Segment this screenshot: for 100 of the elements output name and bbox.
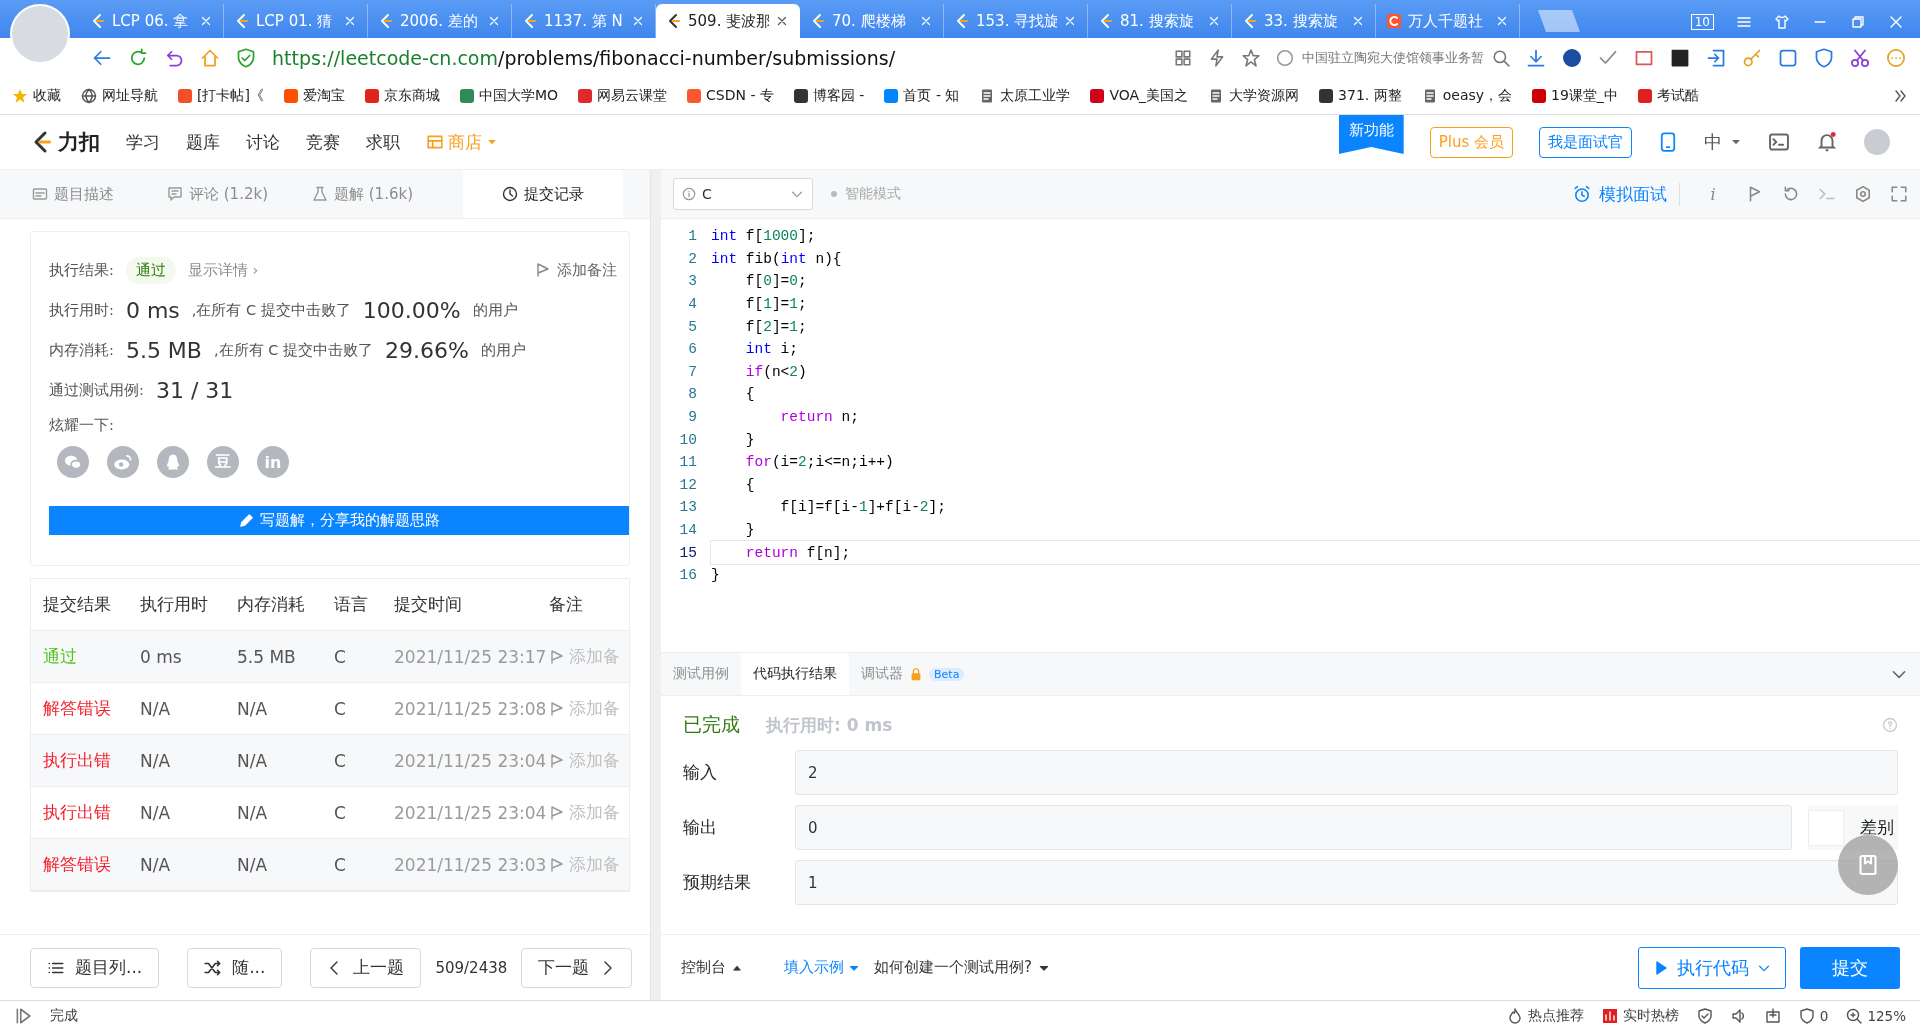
close-icon[interactable] bbox=[919, 14, 933, 28]
language-select[interactable]: C bbox=[673, 178, 813, 210]
login-icon[interactable] bbox=[1706, 48, 1726, 68]
bookmark[interactable]: oeasy，会 bbox=[1421, 87, 1513, 105]
bookmark[interactable]: CSDN - 专 bbox=[687, 87, 774, 105]
console-tab[interactable]: 代码执行结果 bbox=[741, 653, 849, 695]
result-link[interactable]: 执行出错 bbox=[43, 801, 140, 824]
details-link[interactable]: 显示详情 › bbox=[187, 260, 259, 280]
hot-news-button[interactable]: 热点推荐 bbox=[1506, 1006, 1584, 1025]
add-note-button[interactable]: 添加备注 bbox=[535, 260, 629, 280]
penguin-share-icon[interactable] bbox=[157, 446, 189, 478]
fill-example-link[interactable]: 填入示例 bbox=[784, 958, 860, 977]
previous-button[interactable]: 上一题 bbox=[310, 947, 422, 988]
menu-icon[interactable] bbox=[1736, 14, 1752, 30]
nav-link[interactable]: 题库 bbox=[186, 130, 220, 154]
result-link[interactable]: 执行出错 bbox=[43, 749, 140, 772]
write-solution-button[interactable]: 写题解，分享我的解题思路 bbox=[49, 506, 629, 535]
settings-icon[interactable] bbox=[1854, 185, 1872, 203]
close-icon[interactable] bbox=[775, 14, 789, 28]
run-code-button[interactable]: 执行代码 bbox=[1638, 946, 1786, 989]
new-tab-button[interactable] bbox=[1538, 10, 1580, 32]
close-icon[interactable] bbox=[343, 14, 357, 28]
notification-icon[interactable] bbox=[1816, 131, 1838, 153]
panel-tab[interactable]: 提交记录 bbox=[462, 170, 623, 218]
speaker-icon[interactable] bbox=[1730, 1007, 1747, 1024]
trending-button[interactable]: 实时热榜 bbox=[1601, 1006, 1679, 1025]
value-field[interactable]: 2 bbox=[795, 750, 1898, 795]
bookmark[interactable]: 考试酷 bbox=[1637, 87, 1699, 105]
nav-link[interactable]: 学习 bbox=[126, 130, 160, 154]
bookmark[interactable]: 网易云课堂 bbox=[578, 87, 668, 105]
next-button[interactable]: 下一题 bbox=[521, 947, 633, 988]
result-link[interactable]: 解答错误 bbox=[43, 697, 140, 720]
bookmark[interactable]: 中国大学MO bbox=[459, 87, 559, 105]
language-menu[interactable]: 中 bbox=[1704, 130, 1742, 154]
close-icon[interactable] bbox=[199, 14, 213, 28]
fullscreen-icon[interactable] bbox=[1890, 185, 1908, 203]
value-field[interactable]: 1 bbox=[795, 860, 1898, 905]
bookmark[interactable]: [打卡帖]《 bbox=[178, 87, 264, 105]
lightning-icon[interactable] bbox=[1208, 49, 1226, 67]
weibo-share-icon[interactable] bbox=[107, 446, 139, 478]
close-icon[interactable] bbox=[1351, 14, 1365, 28]
close-icon[interactable] bbox=[1495, 14, 1509, 28]
home-icon[interactable] bbox=[200, 48, 220, 68]
problem-list-button[interactable]: 题目列... bbox=[30, 947, 160, 988]
key-icon[interactable] bbox=[1742, 48, 1762, 68]
shield-icon[interactable] bbox=[1696, 1007, 1713, 1024]
sidebar-toggle-icon[interactable] bbox=[14, 1006, 32, 1025]
window-icon[interactable] bbox=[1764, 1007, 1781, 1024]
bookmark[interactable]: 371. 两整 bbox=[1319, 87, 1402, 105]
book-icon[interactable] bbox=[1634, 48, 1654, 68]
close-icon[interactable] bbox=[487, 14, 501, 28]
value-field[interactable]: 0 bbox=[795, 805, 1792, 850]
new-feature-badge[interactable]: 新功能 bbox=[1338, 115, 1404, 154]
scissors-icon[interactable] bbox=[1850, 48, 1870, 68]
console-button[interactable]: 控制台 bbox=[681, 958, 742, 977]
site-logo[interactable]: 力扣 bbox=[30, 128, 100, 156]
star-icon[interactable] bbox=[1242, 49, 1260, 67]
bookmark[interactable]: 网址导航 bbox=[81, 87, 158, 105]
wechat-share-icon[interactable] bbox=[57, 446, 89, 478]
reset-icon[interactable] bbox=[1782, 185, 1800, 203]
interviewer-button[interactable]: 我是面试官 bbox=[1539, 126, 1632, 158]
bookmark[interactable]: 19课堂_中 bbox=[1532, 87, 1618, 105]
nav-link[interactable]: 竞赛 bbox=[306, 130, 340, 154]
close-icon[interactable] bbox=[1063, 14, 1077, 28]
more-icon[interactable] bbox=[1886, 48, 1906, 68]
tablet-icon[interactable] bbox=[1658, 132, 1678, 152]
result-link[interactable]: 解答错误 bbox=[43, 853, 140, 876]
search-field[interactable]: 中国驻立陶宛大使馆领事业务暂 bbox=[1276, 49, 1510, 67]
terminal-icon[interactable] bbox=[1768, 131, 1790, 153]
adblock-button[interactable]: 0 bbox=[1798, 1007, 1829, 1024]
submit-button[interactable]: 提交 bbox=[1800, 946, 1900, 989]
bookmark[interactable]: VOA_美国之 bbox=[1090, 87, 1189, 105]
url-field[interactable]: https://leetcode-cn.com/problems/fibonacci-number/submissions/ bbox=[272, 47, 896, 69]
bookmark[interactable]: 大学资源网 bbox=[1208, 87, 1300, 105]
close-icon[interactable] bbox=[1888, 14, 1904, 30]
table-cell-text: C bbox=[334, 698, 347, 719]
random-button[interactable]: 随... bbox=[187, 947, 283, 988]
zoom-button[interactable]: 125% bbox=[1846, 1007, 1906, 1024]
back-icon[interactable] bbox=[92, 48, 112, 68]
bookmark[interactable]: 博客园 - bbox=[793, 87, 865, 105]
nav-link[interactable]: 讨论 bbox=[246, 130, 280, 154]
help-link[interactable]: 如何创建一个测试用例? bbox=[874, 958, 1050, 977]
shield-icon[interactable] bbox=[1814, 48, 1834, 68]
undo-icon[interactable] bbox=[164, 48, 184, 68]
refresh-icon[interactable] bbox=[128, 48, 148, 68]
bookmark[interactable]: 太原工业学 bbox=[979, 87, 1071, 105]
bookmark[interactable]: 首页 - 知 bbox=[884, 87, 960, 105]
nav-link[interactable]: 求职 bbox=[366, 130, 400, 154]
diff-checkbox[interactable] bbox=[1808, 809, 1844, 846]
download-icon[interactable] bbox=[1526, 48, 1546, 68]
close-icon[interactable] bbox=[1207, 14, 1221, 28]
mock-interview-button[interactable]: 模拟面试 bbox=[1573, 182, 1680, 206]
box-icon[interactable] bbox=[1670, 48, 1690, 68]
shirt-icon[interactable] bbox=[1774, 14, 1790, 30]
close-icon[interactable] bbox=[631, 14, 645, 28]
restore-icon[interactable] bbox=[1850, 14, 1866, 30]
bookmark[interactable]: 京东商城 bbox=[364, 87, 440, 105]
bookmark[interactable]: 收藏 bbox=[12, 87, 61, 105]
bookmark[interactable]: 爱淘宝 bbox=[283, 87, 345, 105]
grid-icon[interactable] bbox=[1174, 49, 1192, 67]
